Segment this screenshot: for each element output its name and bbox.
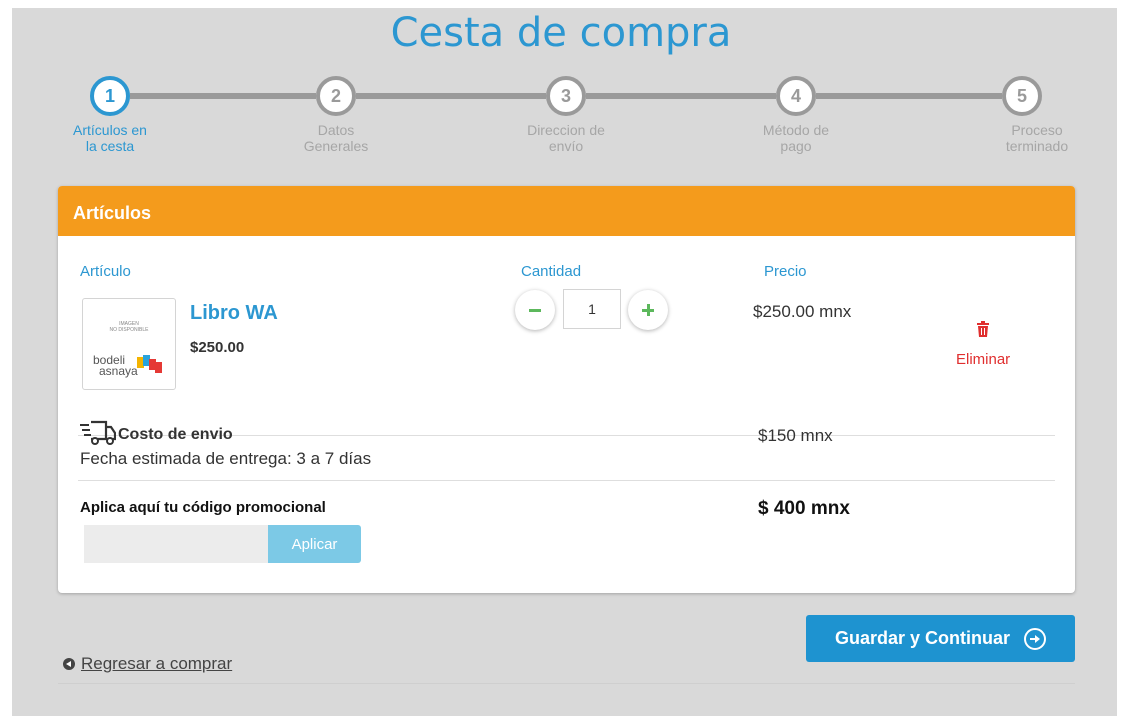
divider (78, 480, 1055, 481)
cart-header: Artículos (58, 186, 1075, 236)
step-1-label: Artículos en la cesta (40, 122, 180, 154)
promo-code-input[interactable] (84, 525, 268, 563)
product-name-link[interactable]: Libro WA (190, 302, 278, 325)
cart-card: Artículos Artículo Cantidad Precio IMAGE… (58, 186, 1075, 593)
plus-icon (642, 304, 654, 316)
step-1-circle[interactable]: 1 (90, 76, 130, 116)
column-header-item: Artículo (80, 263, 131, 280)
apply-promo-button[interactable]: Aplicar (268, 525, 361, 563)
back-to-shop-label: Regresar a comprar (81, 654, 233, 673)
remove-item-button[interactable]: Eliminar (956, 351, 1010, 368)
step-2-circle[interactable]: 2 (316, 76, 356, 116)
circle-arrow-left-icon (63, 658, 75, 670)
step-5-label: Proceso terminado (962, 122, 1102, 154)
step-2-label: Datos Generales (266, 122, 406, 154)
step-4-label: Método de pago (726, 122, 866, 154)
step-connector (586, 93, 776, 99)
save-and-continue-button[interactable]: Guardar y Continuar (806, 615, 1075, 662)
step-5-label-line2: terminado (1005, 138, 1069, 154)
row-price: $250.00 mnx (753, 302, 852, 321)
step-5-label-line1: Proceso (1011, 122, 1063, 138)
shipping-price: $150 mnx (758, 426, 833, 445)
footer-divider (58, 683, 1075, 684)
back-to-shop-link[interactable]: Regresar a comprar (63, 654, 232, 674)
save-and-continue-label: Guardar y Continuar (834, 628, 1011, 648)
step-3-label-line1: Direccion de (527, 122, 605, 138)
order-total: $ 400 mnx (758, 498, 850, 519)
step-2-label-line2: Generales (303, 138, 369, 154)
trash-icon[interactable] (976, 321, 990, 337)
step-1-label-line2: la cesta (85, 138, 135, 154)
quantity-input[interactable] (563, 289, 621, 329)
step-5-circle[interactable]: 5 (1002, 76, 1042, 116)
step-4-label-line2: pago (780, 138, 812, 154)
circle-arrow-right-icon (1024, 627, 1047, 650)
product-thumbnail[interactable]: IMAGEN NO DISPONIBLE bodeli asnaya (82, 298, 176, 390)
step-2-label-line1: Datos (317, 122, 355, 138)
column-header-price: Precio (764, 263, 807, 280)
truck-icon (80, 420, 116, 445)
decrease-quantity-button[interactable] (515, 290, 555, 330)
step-3-circle[interactable]: 3 (546, 76, 586, 116)
column-header-quantity: Cantidad (521, 263, 582, 280)
step-connector (816, 93, 1002, 99)
step-connector (356, 93, 546, 99)
step-3-label-line2: envío (548, 138, 584, 154)
page-title: Cesta de compra (390, 10, 732, 56)
step-1-label-line1: Artículos en (73, 122, 147, 138)
step-3-label: Direccion de envío (496, 122, 636, 154)
step-4-label-line1: Método de (762, 122, 830, 138)
minus-icon (529, 308, 541, 312)
product-unit-price: $250.00 (190, 339, 245, 356)
increase-quantity-button[interactable] (628, 290, 668, 330)
step-4-circle[interactable]: 4 (776, 76, 816, 116)
thumb-text-line2: NO DISPONIBLE (109, 327, 149, 333)
brand-logo-line2: asnaya (99, 364, 138, 378)
shipping-estimate: Fecha estimada de entrega: 3 a 7 días (80, 449, 372, 468)
step-connector (130, 93, 316, 99)
brand-logo: bodeli asnaya (93, 349, 165, 379)
promo-label: Aplica aquí tu código promocional (80, 499, 326, 516)
shipping-title: Costo de envio (118, 426, 233, 443)
